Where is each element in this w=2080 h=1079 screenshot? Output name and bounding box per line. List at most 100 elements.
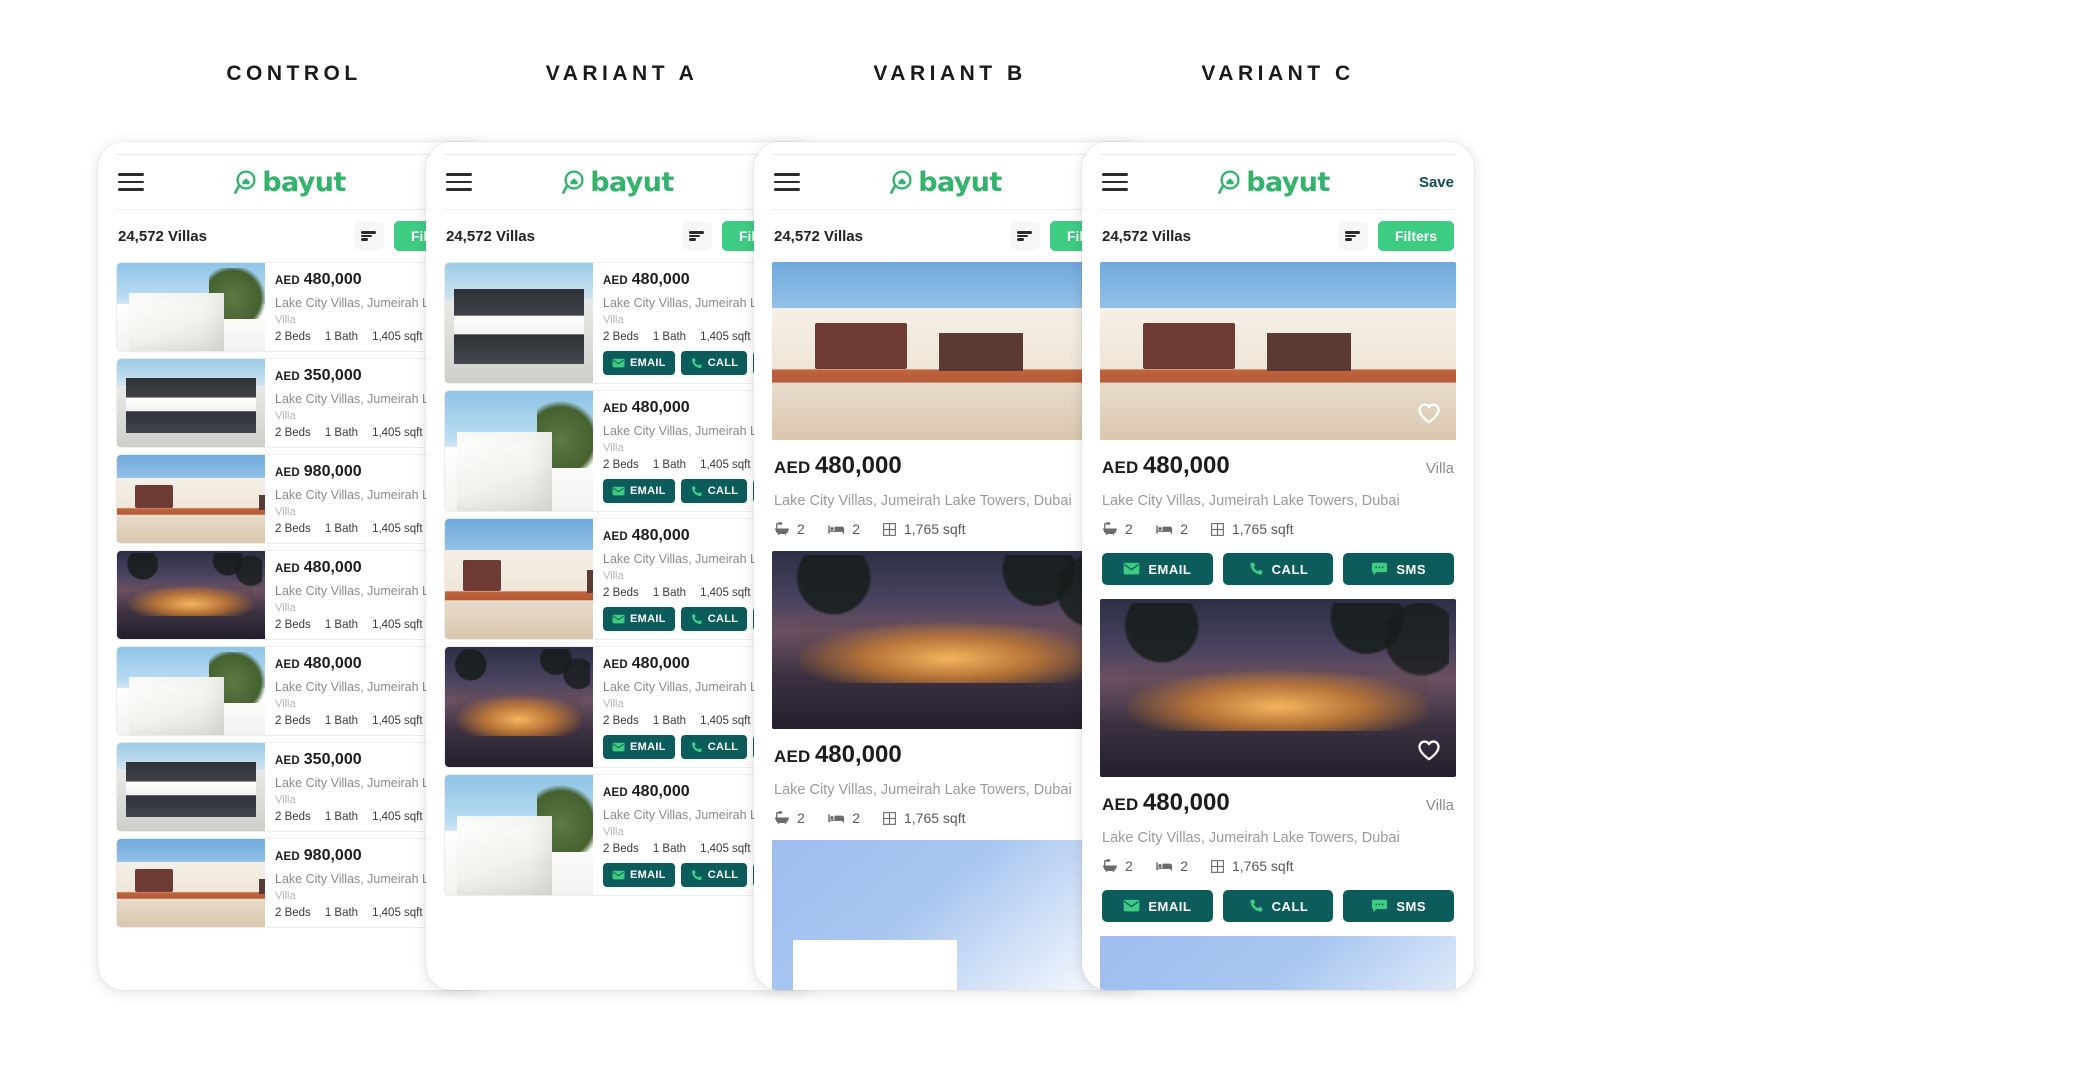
email-button[interactable]: EMAIL [1102, 890, 1213, 922]
listing-photo[interactable] [445, 263, 593, 383]
call-button[interactable]: CALL [680, 735, 748, 759]
spec-area: 1,765 sqft [1210, 858, 1293, 874]
listing-photo[interactable] [445, 391, 593, 511]
sort-icon[interactable] [681, 222, 712, 250]
spec-beds: 2 Beds [603, 715, 639, 727]
spec-baths: 2 [1102, 521, 1133, 537]
listing-card[interactable]: AED 480,000 Villa Lake City Villas, Jume… [1100, 936, 1456, 990]
hamburger-icon[interactable] [446, 173, 472, 191]
spec-baths: 2 [774, 810, 805, 826]
call-button[interactable]: CALL [680, 479, 748, 503]
spec-beds: 2 Beds [275, 331, 311, 343]
listing-photo[interactable] [1100, 262, 1456, 440]
hamburger-icon[interactable] [118, 173, 144, 191]
email-button[interactable]: EMAIL [603, 607, 675, 631]
bayut-mark-icon [890, 170, 912, 194]
price-currency: AED [275, 467, 300, 479]
spec-baths: 2 [1102, 858, 1133, 874]
result-count: 24,572 Villas [446, 227, 535, 245]
sms-button[interactable]: SMS [1343, 890, 1455, 922]
call-button[interactable]: CALL [680, 863, 748, 887]
sort-icon[interactable] [1337, 222, 1368, 250]
listing-photo[interactable] [117, 455, 265, 543]
phone-icon [691, 485, 702, 496]
phone-icon [691, 613, 702, 624]
email-button[interactable]: EMAIL [603, 863, 675, 887]
sms-button[interactable]: SMS [1343, 553, 1455, 585]
hamburger-icon[interactable] [1102, 173, 1128, 191]
save-button[interactable]: Save [1419, 174, 1454, 191]
bayut-logo-icon: bayut [889, 169, 1002, 196]
heart-icon[interactable] [1416, 400, 1442, 426]
listing-price: AED 480,000 [603, 527, 690, 545]
app-header: bayut Save [1100, 154, 1456, 210]
envelope-icon [612, 358, 625, 368]
favorite-button[interactable] [1416, 737, 1442, 763]
spec-beds: 2 Beds [275, 427, 311, 439]
listing-photo[interactable] [445, 775, 593, 895]
column-variant-c: VARIANT C bayut Save 24,572 Villas Filte… [1068, 0, 1488, 1079]
listing-price: AED 350,000 [275, 751, 362, 769]
email-button[interactable]: EMAIL [603, 735, 675, 759]
listing-photo[interactable] [1100, 936, 1456, 990]
listing-price: AED 980,000 [275, 847, 362, 865]
email-button[interactable]: EMAIL [603, 351, 675, 375]
listing-photo[interactable] [117, 551, 265, 639]
chat-bubble-icon [1372, 899, 1388, 912]
listing-scroll-area[interactable]: AED 480,000 Villa Lake City Villas, Jume… [1100, 262, 1456, 990]
result-count: 24,572 Villas [118, 227, 207, 245]
filters-button[interactable]: Filters [1377, 221, 1454, 251]
price-amount: 350,000 [303, 751, 362, 768]
listing-photo[interactable] [445, 647, 593, 767]
email-button[interactable]: EMAIL [1102, 553, 1213, 585]
area-icon [883, 522, 896, 536]
listing-price: AED 480,000 [774, 452, 902, 480]
listing-photo[interactable] [445, 519, 593, 639]
spec-baths: 1 Bath [652, 843, 687, 855]
chat-bubble-icon [1372, 562, 1388, 575]
listing-card[interactable]: AED 480,000 Villa Lake City Villas, Jume… [1100, 599, 1456, 936]
phone-icon [691, 869, 702, 880]
spec-baths: 1 Bath [324, 427, 359, 439]
hamburger-icon[interactable] [774, 173, 800, 191]
price-amount: 480,000 [631, 527, 690, 544]
spec-beds: 2 [827, 810, 860, 826]
bathtub-icon [1103, 859, 1117, 873]
bayut-mark-icon [1218, 170, 1240, 194]
bed-icon [1156, 525, 1172, 534]
listing-price: AED 350,000 [275, 367, 362, 385]
call-button[interactable]: CALL [1222, 890, 1334, 922]
action-label-sms: SMS [1396, 898, 1427, 914]
price-amount: 480,000 [303, 271, 362, 288]
action-label-email: EMAIL [630, 485, 666, 497]
bed-icon [828, 814, 844, 823]
price-currency: AED [275, 659, 300, 671]
sort-icon[interactable] [353, 222, 384, 250]
spec-area: 1,765 sqft [882, 810, 965, 826]
price-amount: 480,000 [631, 655, 690, 672]
listing-photo[interactable] [117, 839, 265, 927]
listing-card[interactable]: AED 480,000 Villa Lake City Villas, Jume… [1100, 262, 1456, 599]
listing-photo[interactable] [1100, 599, 1456, 777]
call-button[interactable]: CALL [680, 351, 748, 375]
result-count: 24,572 Villas [1102, 227, 1191, 245]
listing-photo[interactable] [117, 647, 265, 735]
call-button[interactable]: CALL [680, 607, 748, 631]
favorite-button[interactable] [1416, 400, 1442, 426]
heart-icon[interactable] [1416, 737, 1442, 763]
listing-photo[interactable] [117, 743, 265, 831]
email-button[interactable]: EMAIL [603, 479, 675, 503]
action-label-sms: SMS [1396, 561, 1427, 577]
action-label-call: CALL [1271, 898, 1309, 914]
price-currency: AED [1102, 795, 1139, 814]
listing-photo[interactable] [117, 263, 265, 351]
area-icon [1211, 859, 1224, 873]
listing-photo[interactable] [117, 359, 265, 447]
spec-baths: 1 Bath [652, 715, 687, 727]
area-icon [1211, 522, 1224, 536]
listing-price: AED 480,000 [603, 783, 690, 801]
call-button[interactable]: CALL [1222, 553, 1334, 585]
sort-icon[interactable] [1009, 222, 1040, 250]
spec-baths: 1 Bath [324, 523, 359, 535]
spec-beds: 2 Beds [603, 843, 639, 855]
